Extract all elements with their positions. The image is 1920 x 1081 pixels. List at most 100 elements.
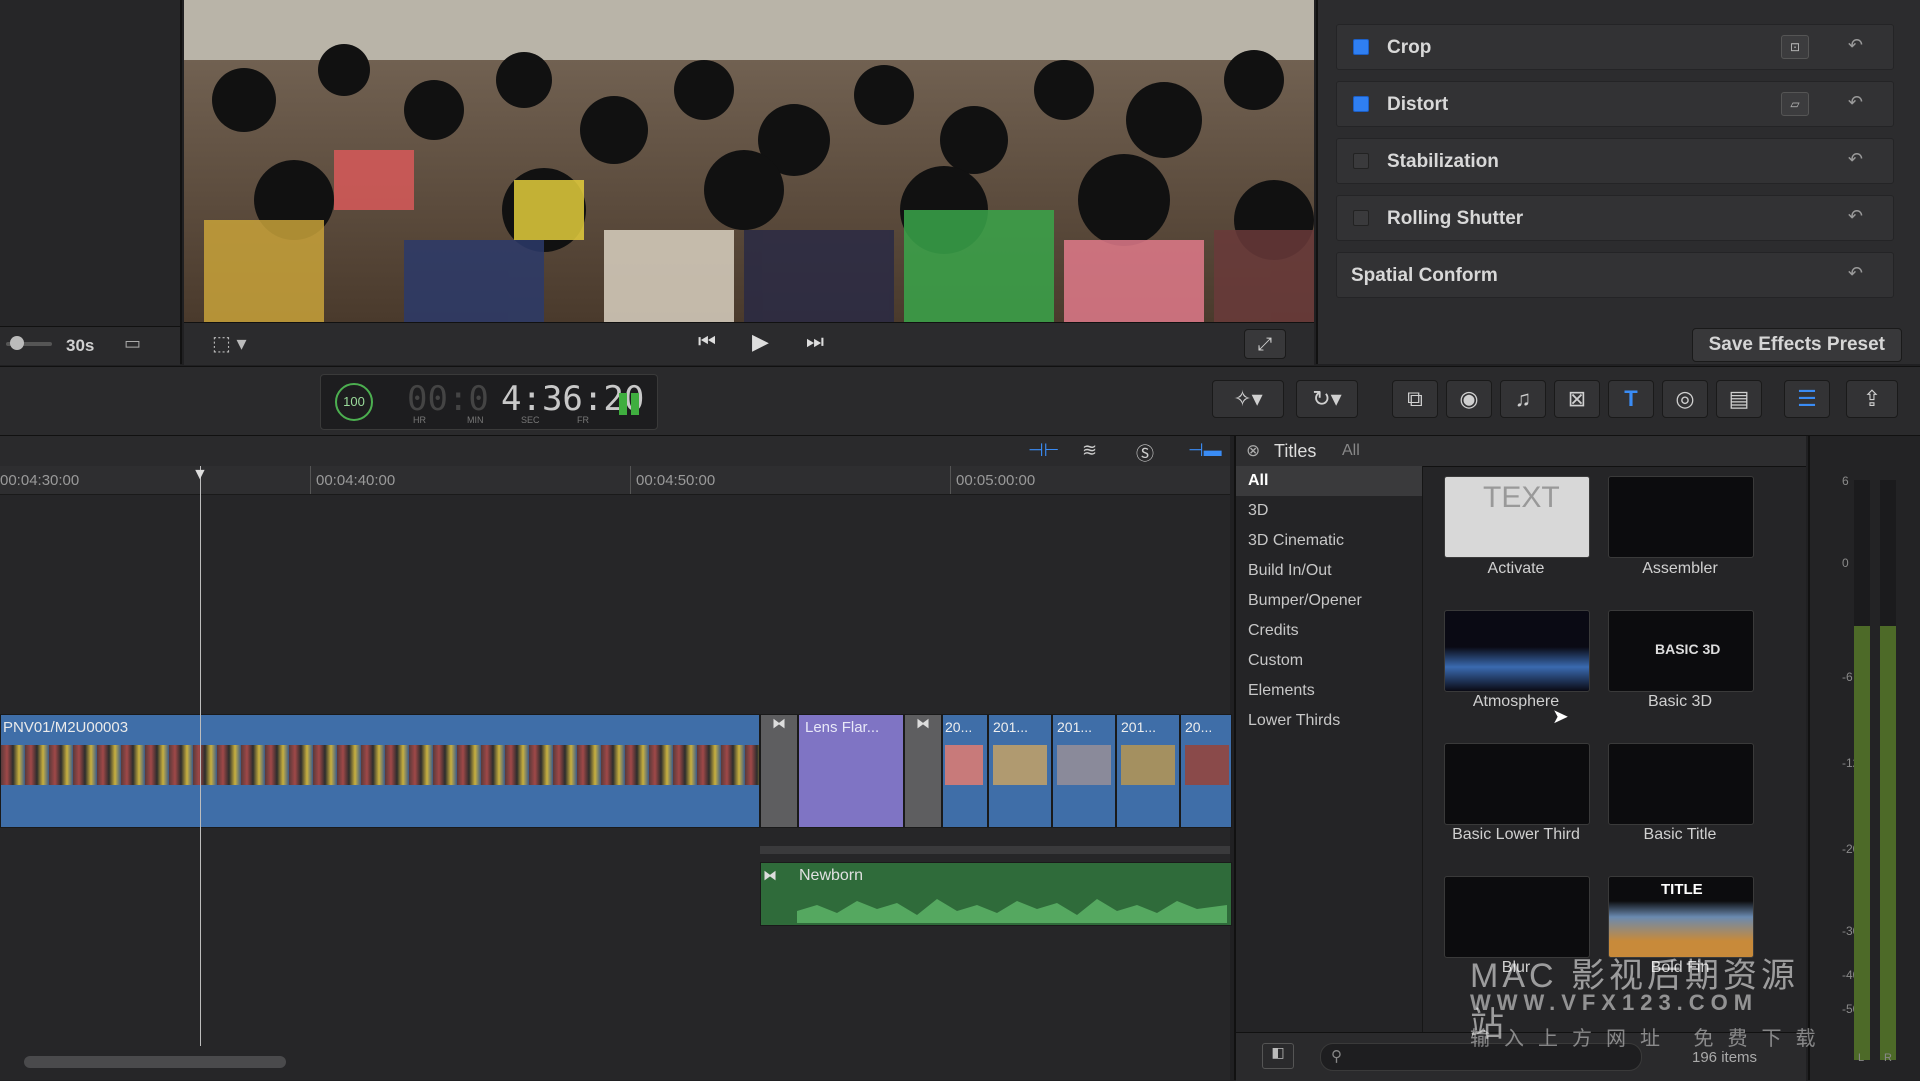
reset-icon[interactable]: ↶ [1848,35,1863,56]
crop-enable-checkbox[interactable] [1353,39,1369,55]
snapping-icon[interactable]: ⊣⊢ [1028,440,1059,461]
title-label: Assembler [1642,560,1718,577]
dashboard-timecode[interactable]: 100 00:0 4:36:20 HR MIN SEC FR [320,374,658,430]
enhancements-menu-icon[interactable]: ✧▾ [1212,380,1284,418]
reset-icon[interactable]: ↶ [1848,206,1863,227]
background-tasks-indicator[interactable]: 100 [335,383,373,421]
category-item-elements[interactable]: Elements [1248,682,1315,700]
title-thumb-bold-fin[interactable]: TITLE [1608,876,1754,958]
transitions-browser-icon[interactable]: ⊠ [1554,380,1600,418]
video-clip[interactable]: 201... [1052,714,1116,828]
title-thumb-atmosphere[interactable] [1444,610,1590,692]
category-item-custom[interactable]: Custom [1248,652,1303,670]
title-label: Basic 3D [1647,693,1713,710]
category-item-3d[interactable]: 3D [1248,502,1268,520]
retime-menu-icon[interactable]: ↻▾ [1296,380,1358,418]
inspector-row-stabilization[interactable]: Stabilization ↶ [1336,138,1894,184]
timeline-header: ⊣⊢ ≋ Ⓢ ⊣▬ [0,436,1230,466]
playhead-marker-icon[interactable]: ▼ [192,466,208,484]
titles-browser-icon[interactable]: T [1608,380,1654,418]
inspector-row-crop[interactable]: Crop ⊡ ↶ [1336,24,1894,70]
inspector-row-rolling-shutter[interactable]: Rolling Shutter ↶ [1336,195,1894,241]
event-browser-pane: 30s ▭ [0,0,182,365]
audio-clip[interactable]: ⧓ Newborn [760,862,1232,926]
video-clip[interactable]: 201... [1116,714,1180,828]
fullscreen-icon[interactable]: ⤢ [1244,329,1286,359]
inspector-toggle-icon[interactable]: ☰ [1784,380,1830,418]
category-item-3d-cinematic[interactable]: 3D Cinematic [1248,532,1344,550]
generators-browser-icon[interactable]: ◎ [1662,380,1708,418]
audio-skimming-icon[interactable]: ≋ [1082,440,1097,461]
playhead[interactable] [200,466,201,1046]
close-icon[interactable]: ⊗ [1246,441,1260,461]
timeline[interactable]: ⊣⊢ ≋ Ⓢ ⊣▬ 00:04:30:00 00:04:40:00 00:04:… [0,436,1232,1080]
rolling-shutter-enable-checkbox[interactable] [1353,210,1369,226]
meter-level-left [1854,626,1870,1060]
clip-thumbnail [1121,745,1175,785]
category-item-build-in-out[interactable]: Build In/Out [1248,562,1332,580]
video-clip[interactable]: 20... [942,714,988,828]
skimming-icon[interactable]: ⊣▬ [1188,440,1222,461]
share-icon[interactable]: ⇪ [1846,380,1898,418]
transition-clip[interactable]: ⧓ [760,714,798,828]
ruler-label: 00:05:00:00 [956,472,1036,489]
unit-min: MIN [467,415,484,425]
previous-edit-icon[interactable]: ⏮ [698,331,716,354]
ruler-tick [310,466,311,494]
title-thumb-basic-3d[interactable]: BASIC 3D [1608,610,1754,692]
solo-icon[interactable]: Ⓢ [1136,440,1154,466]
clip-name: Newborn [799,867,864,884]
title-thumb-basic-lower-third[interactable] [1444,743,1590,825]
photos-browser-icon[interactable]: ◉ [1446,380,1492,418]
browser-filter[interactable]: All [1342,442,1360,460]
timecode-dim-digits: 00:0 [407,379,489,419]
inspector-row-distort[interactable]: Distort ▱ ↶ [1336,81,1894,127]
category-item-bumper-opener[interactable]: Bumper/Opener [1248,592,1362,610]
generator-clip[interactable]: Lens Flar... [798,714,904,828]
reset-icon[interactable]: ↶ [1848,92,1863,113]
ruler-tick [950,466,951,494]
clip-appearance-icon[interactable]: ▭ [124,333,141,354]
title-thumb-blur[interactable] [1444,876,1590,958]
category-item-all[interactable]: All [1248,472,1268,490]
inspector-row-label: Rolling Shutter [1387,208,1524,229]
ruler-label: 00:04:50:00 [636,472,716,489]
distort-enable-checkbox[interactable] [1353,96,1369,112]
music-browser-icon[interactable]: ♫ [1500,380,1546,418]
category-list: All 3D 3D Cinematic Build In/Out Bumper/… [1236,466,1423,1032]
item-count: 196 items [1692,1049,1758,1066]
transition-clip[interactable]: ⧓ [904,714,942,828]
ruler-label: 00:04:30:00 [0,472,80,489]
title-thumb-assembler[interactable] [1608,476,1754,558]
video-clip[interactable]: 201... [988,714,1052,828]
channel-label-right: R [1884,1052,1892,1064]
unit-hr: HR [413,415,426,425]
zoom-slider-knob[interactable] [10,336,24,350]
inspector-row-spatial-conform[interactable]: Spatial Conform ↶ [1336,252,1894,298]
play-icon[interactable]: ▶ [752,329,769,355]
category-item-lower-thirds[interactable]: Lower Thirds [1248,712,1340,730]
themes-browser-icon[interactable]: ▤ [1716,380,1762,418]
stabilization-enable-checkbox[interactable] [1353,153,1369,169]
crop-onscreen-control-icon[interactable]: ⊡ [1781,35,1809,59]
sidebar-toggle-icon[interactable]: ◧ [1262,1043,1294,1069]
effects-browser-icon[interactable]: ⧉ [1392,380,1438,418]
reset-icon[interactable]: ↶ [1848,263,1863,284]
distort-onscreen-control-icon[interactable]: ▱ [1781,92,1809,116]
title-thumb-activate[interactable]: TEXT [1444,476,1590,558]
clip-thumbnail [1185,745,1229,785]
timeline-scrollbar[interactable] [24,1056,286,1068]
title-label: Activate [1487,560,1545,577]
save-effects-preset-button[interactable]: Save Effects Preset [1691,328,1902,362]
meter-scale-label: -6 [1842,670,1853,684]
clip-name: 201... [993,719,1029,735]
clip-name: Lens Flar... [805,719,880,736]
title-thumb-basic-title[interactable] [1608,743,1754,825]
category-item-credits[interactable]: Credits [1248,622,1299,640]
timeline-ruler[interactable] [0,466,1230,495]
video-clip[interactable]: 20... [1180,714,1232,828]
reset-icon[interactable]: ↶ [1848,149,1863,170]
next-edit-icon[interactable]: ⏭ [806,331,824,354]
primary-video-clip[interactable]: PNV01/M2U00003 [0,714,760,828]
transform-crop-menu-icon[interactable]: ⬚ ▾ [212,331,247,356]
